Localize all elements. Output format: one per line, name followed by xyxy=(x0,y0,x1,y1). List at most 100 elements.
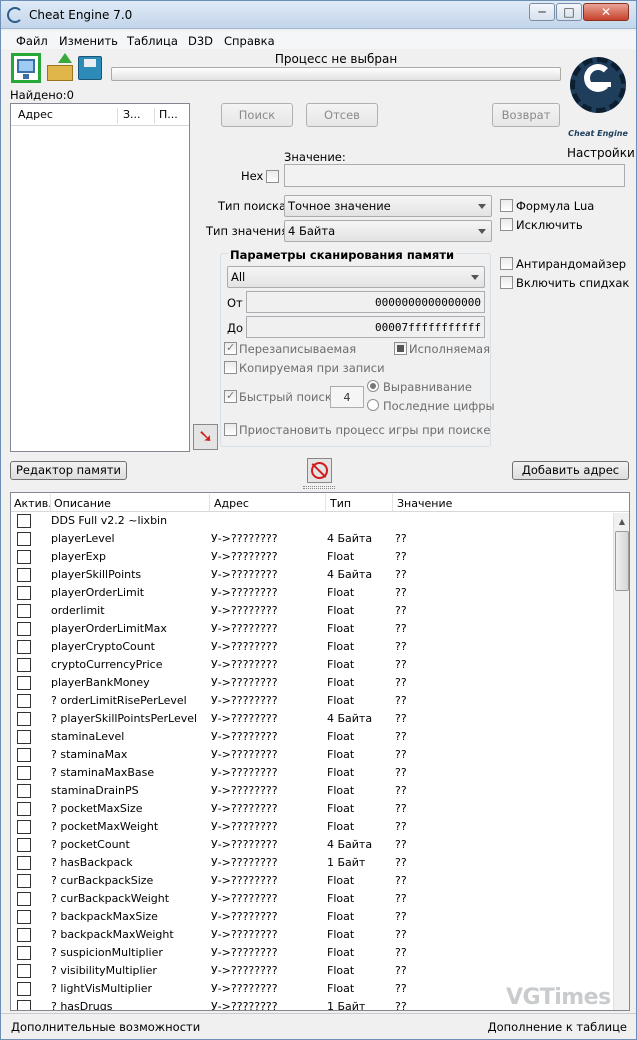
table-row[interactable]: orderlimit У->???????? Float?? xyxy=(11,602,611,620)
save-file-icon[interactable] xyxy=(75,53,105,83)
table-row[interactable]: ? staminaMaxBase У->???????? Float?? xyxy=(11,764,611,782)
add-to-table-arrow-icon[interactable]: ➘ xyxy=(193,424,218,450)
copy-on-write-checkbox[interactable] xyxy=(224,361,237,374)
row-active-checkbox[interactable] xyxy=(17,1000,31,1010)
row-active-checkbox[interactable] xyxy=(17,568,31,582)
menu-edit[interactable]: Изменить xyxy=(59,34,118,48)
row-active-checkbox[interactable] xyxy=(17,820,31,834)
row-active-checkbox[interactable] xyxy=(17,856,31,870)
memory-region-select[interactable]: All xyxy=(227,266,485,288)
row-active-checkbox[interactable] xyxy=(17,748,31,762)
row-active-checkbox[interactable] xyxy=(17,694,31,708)
table-row[interactable]: ? backpackMaxWeight У->???????? Float?? xyxy=(11,926,611,944)
stop-address-input[interactable]: 00007fffffffffff xyxy=(246,316,485,338)
undo-scan-button[interactable]: Возврат xyxy=(492,103,560,127)
row-active-checkbox[interactable] xyxy=(17,586,31,600)
col-description[interactable]: Описание xyxy=(54,497,111,510)
col-address[interactable]: Адрес xyxy=(18,108,118,124)
row-active-checkbox[interactable] xyxy=(17,928,31,942)
table-row[interactable]: ? hasBackpack У->???????? 1 Байт?? xyxy=(11,854,611,872)
start-address-input[interactable]: 0000000000000000 xyxy=(246,291,485,313)
row-active-checkbox[interactable] xyxy=(17,676,31,690)
row-active-checkbox[interactable] xyxy=(17,730,31,744)
table-row[interactable]: ? suspicionMultiplier У->???????? Float?? xyxy=(11,944,611,962)
hex-checkbox[interactable] xyxy=(266,170,279,183)
table-row[interactable]: cryptoCurrencyPrice У->???????? Float?? xyxy=(11,656,611,674)
row-active-checkbox[interactable] xyxy=(17,874,31,888)
minimize-button[interactable]: ─ xyxy=(529,3,555,21)
table-row[interactable]: ? pocketMaxSize У->???????? Float?? xyxy=(11,800,611,818)
open-file-icon[interactable] xyxy=(45,53,75,83)
col-value[interactable]: З... xyxy=(123,108,155,124)
table-extras-link[interactable]: Дополнение к таблице xyxy=(488,1020,627,1034)
value-input[interactable] xyxy=(284,164,625,187)
table-row[interactable]: ? curBackpackWeight У->???????? Float?? xyxy=(11,890,611,908)
row-active-checkbox[interactable] xyxy=(17,802,31,816)
fast-scan-alignment-input[interactable]: 4 xyxy=(330,386,364,408)
table-row[interactable]: playerBankMoney У->???????? Float?? xyxy=(11,674,611,692)
row-active-checkbox[interactable] xyxy=(17,838,31,852)
col-type[interactable]: Тип xyxy=(330,497,351,510)
pause-game-checkbox[interactable] xyxy=(224,423,237,436)
scan-type-select[interactable]: Точное значение xyxy=(284,195,492,217)
clear-table-icon[interactable] xyxy=(307,458,332,483)
unrandomizer-checkbox[interactable] xyxy=(500,257,513,270)
row-active-checkbox[interactable] xyxy=(17,658,31,672)
last-digits-radio[interactable] xyxy=(367,399,379,411)
table-row[interactable]: staminaDrainPS У->???????? Float?? xyxy=(11,782,611,800)
col-active[interactable]: Актив. xyxy=(14,497,52,510)
table-row[interactable]: ? playerSkillPointsPerLevel У->???????? 4 … xyxy=(11,710,611,728)
memory-viewer-button[interactable]: Редактор памяти xyxy=(10,461,127,480)
table-row[interactable]: staminaLevel У->???????? Float?? xyxy=(11,728,611,746)
row-active-checkbox[interactable] xyxy=(17,604,31,618)
row-active-checkbox[interactable] xyxy=(17,946,31,960)
row-active-checkbox[interactable] xyxy=(17,982,31,996)
not-checkbox[interactable] xyxy=(500,218,513,231)
row-active-checkbox[interactable] xyxy=(17,784,31,798)
row-active-checkbox[interactable] xyxy=(17,514,31,528)
table-row[interactable]: ? visibilityMultiplier У->???????? Float?? xyxy=(11,962,611,980)
row-active-checkbox[interactable] xyxy=(17,550,31,564)
scroll-up-icon[interactable]: ▲ xyxy=(614,513,629,530)
panel-splitter[interactable] xyxy=(303,486,335,489)
title-bar[interactable]: Cheat Engine 7.0 ─ □ ✕ xyxy=(1,1,636,29)
table-row[interactable]: ? pocketCount У->???????? 4 Байта?? xyxy=(11,836,611,854)
table-row[interactable]: playerSkillPoints У->???????? 4 Байта?? xyxy=(11,566,611,584)
table-row[interactable]: playerCryptoCount У->???????? Float?? xyxy=(11,638,611,656)
menu-table[interactable]: Таблица xyxy=(127,34,178,48)
table-row[interactable]: ? staminaMax У->???????? Float?? xyxy=(11,746,611,764)
advanced-options-link[interactable]: Дополнительные возможности xyxy=(11,1020,200,1034)
first-scan-button[interactable]: Поиск xyxy=(221,103,293,127)
table-row[interactable]: DDS Full v2.2 ~lixbin xyxy=(11,512,611,530)
table-row[interactable]: ? orderLimitRisePerLevel У->???????? Float… xyxy=(11,692,611,710)
row-active-checkbox[interactable] xyxy=(17,532,31,546)
value-type-select[interactable]: 4 Байта xyxy=(284,220,492,242)
table-row[interactable]: playerOrderLimitMax У->???????? Float?? xyxy=(11,620,611,638)
row-active-checkbox[interactable] xyxy=(17,712,31,726)
alignment-radio[interactable] xyxy=(367,380,379,392)
close-button[interactable]: ✕ xyxy=(583,3,629,21)
table-row[interactable]: playerExp У->???????? Float?? xyxy=(11,548,611,566)
fast-scan-checkbox[interactable] xyxy=(224,389,237,403)
table-row[interactable]: ? backpackMaxSize У->???????? Float?? xyxy=(11,908,611,926)
executable-checkbox[interactable] xyxy=(394,342,407,355)
col-value[interactable]: Значение xyxy=(397,497,452,510)
found-address-list[interactable]: Адрес З... П... xyxy=(10,103,190,452)
row-active-checkbox[interactable] xyxy=(17,622,31,636)
row-active-checkbox[interactable] xyxy=(17,910,31,924)
row-active-checkbox[interactable] xyxy=(17,766,31,780)
vertical-scrollbar[interactable]: ▲ xyxy=(613,513,629,1010)
table-row[interactable]: ? pocketMaxWeight У->???????? Float?? xyxy=(11,818,611,836)
col-address[interactable]: Адрес xyxy=(214,497,249,510)
writable-checkbox[interactable] xyxy=(224,341,237,355)
cheat-table[interactable]: Актив. Описание Адрес Тип Значение DDS F… xyxy=(10,492,630,1011)
row-active-checkbox[interactable] xyxy=(17,964,31,978)
scrollbar-thumb[interactable] xyxy=(615,531,629,591)
row-active-checkbox[interactable] xyxy=(17,892,31,906)
cheat-engine-logo[interactable]: Cheat Engine xyxy=(566,53,630,145)
col-previous[interactable]: П... xyxy=(159,108,187,124)
next-scan-button[interactable]: Отсев xyxy=(306,103,378,127)
menu-help[interactable]: Справка xyxy=(224,34,275,48)
settings-link[interactable]: Настройки xyxy=(567,146,635,160)
table-row[interactable]: playerLevel У->???????? 4 Байта?? xyxy=(11,530,611,548)
